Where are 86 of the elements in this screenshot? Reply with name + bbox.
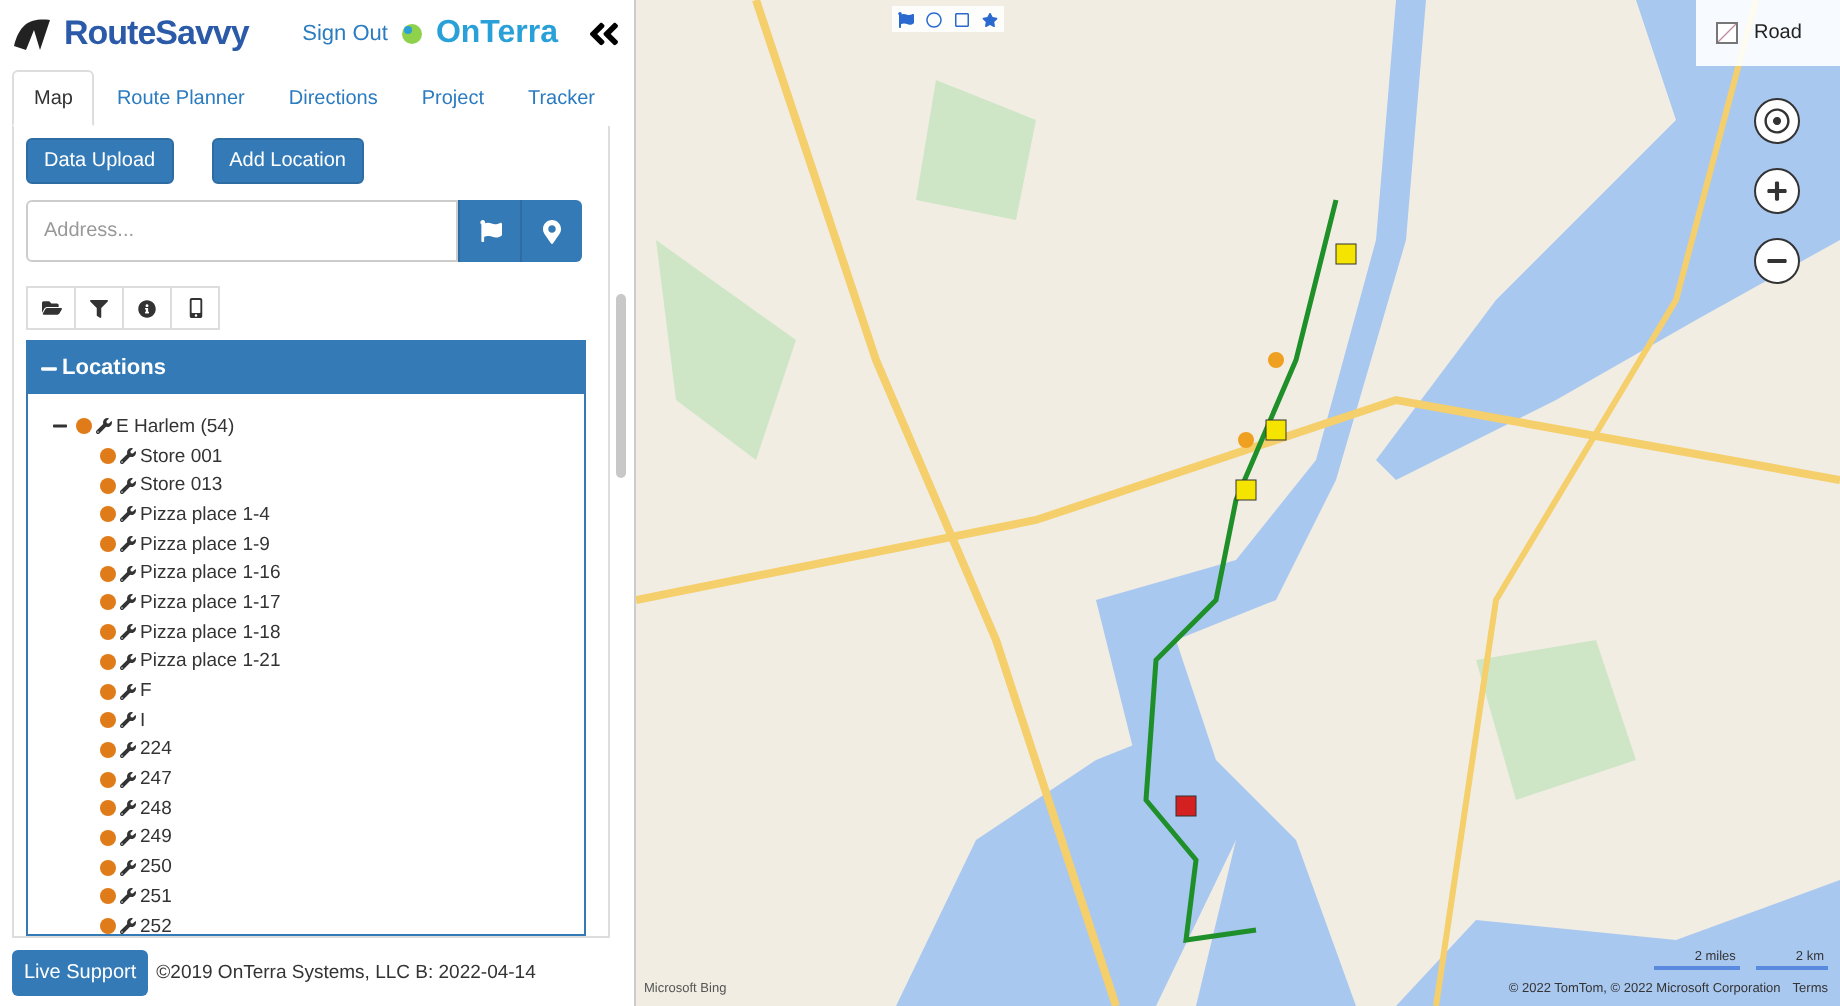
status-dot: [100, 477, 116, 494]
locate-icon: [1764, 108, 1790, 134]
location-item[interactable]: Pizza place 1-9: [140, 533, 270, 556]
brand-name: RouteSavvy: [64, 14, 249, 54]
info-button[interactable]: [122, 286, 172, 330]
wrench-icon: [120, 565, 136, 582]
location-item[interactable]: F: [140, 680, 152, 703]
status-dot: [100, 448, 116, 465]
flag-icon: [479, 220, 501, 242]
wrench-icon: [120, 741, 136, 758]
flag-button[interactable]: [458, 200, 520, 262]
wrench-icon: [120, 918, 136, 934]
logo-icon: [12, 14, 52, 54]
flag-tool[interactable]: [892, 6, 920, 32]
location-item[interactable]: I: [140, 709, 146, 732]
location-item[interactable]: 224: [140, 738, 172, 761]
status-dot: [100, 683, 116, 700]
scrollbar[interactable]: [616, 294, 626, 478]
folder-button[interactable]: [26, 286, 76, 330]
wrench-icon: [120, 448, 136, 465]
sign-out-link[interactable]: Sign Out: [302, 22, 388, 46]
wrench-icon: [120, 800, 136, 817]
panel-title: Locations: [62, 356, 166, 380]
filter-button[interactable]: [74, 286, 124, 330]
status-dot: [76, 418, 92, 435]
status-dot: [100, 624, 116, 641]
live-support-button[interactable]: Live Support: [12, 949, 149, 995]
map-pin-icon: [540, 219, 564, 243]
status-dot: [100, 859, 116, 876]
wrench-icon: [120, 506, 136, 523]
wrench-icon: [120, 829, 136, 846]
folder-icon: [41, 298, 61, 318]
location-item[interactable]: Store 013: [140, 474, 223, 497]
status-dot: [100, 653, 116, 670]
copyright-text: ©2019 OnTerra Systems, LLC B: 2022-04-14: [156, 961, 536, 983]
location-item[interactable]: Pizza place 1-18: [140, 621, 281, 644]
location-item[interactable]: Pizza place 1-21: [140, 650, 281, 673]
location-item[interactable]: 252: [140, 915, 172, 934]
wrench-icon: [120, 712, 136, 729]
location-item[interactable]: Store 001: [140, 445, 223, 468]
status-dot: [100, 800, 116, 817]
map-style-button[interactable]: Road: [1696, 0, 1840, 66]
phone-icon: [185, 298, 205, 318]
status-dot: [100, 536, 116, 553]
wrench-icon: [120, 653, 136, 670]
location-item[interactable]: E Harlem (54): [116, 415, 235, 438]
location-item[interactable]: 248: [140, 797, 172, 820]
filter-icon: [90, 299, 108, 317]
partner-logo: OnTerra: [435, 16, 558, 52]
mobile-button[interactable]: [170, 286, 220, 330]
wrench-icon: [96, 418, 112, 435]
status-dot: [100, 712, 116, 729]
add-location-button[interactable]: Add Location: [211, 138, 364, 184]
location-item[interactable]: 247: [140, 768, 172, 791]
tab[interactable]: Map: [12, 70, 95, 126]
globe-icon: [399, 20, 424, 48]
wrench-icon: [120, 624, 136, 641]
status-dot: [100, 565, 116, 582]
plus-icon: [1766, 180, 1788, 202]
wrench-icon: [120, 859, 136, 876]
info-icon: [138, 299, 156, 317]
map-pin-button[interactable]: [520, 200, 582, 262]
location-item[interactable]: Pizza place 1-16: [140, 562, 281, 585]
status-dot: [100, 918, 116, 934]
status-dot: [100, 771, 116, 788]
wrench-icon: [120, 683, 136, 700]
address-field[interactable]: Address...: [26, 200, 458, 262]
location-item[interactable]: 249: [140, 826, 172, 849]
star-icon: [982, 11, 998, 27]
status-dot: [100, 506, 116, 523]
wrench-icon: [120, 594, 136, 611]
status-dot: [100, 829, 116, 846]
status-dot: [100, 594, 116, 611]
wrench-icon: [120, 771, 136, 788]
location-item[interactable]: 251: [140, 885, 172, 908]
location-item[interactable]: Pizza place 1-4: [140, 503, 270, 526]
status-dot: [100, 888, 116, 905]
data-upload-button[interactable]: Data Upload: [26, 138, 174, 184]
circle-tool[interactable]: [920, 6, 948, 32]
wrench-icon: [120, 536, 136, 553]
flag-icon: [898, 11, 914, 27]
wrench-icon: [120, 888, 136, 905]
status-dot: [100, 741, 116, 758]
wrench-icon: [120, 477, 136, 494]
location-item[interactable]: Pizza place 1-17: [140, 591, 281, 614]
location-item[interactable]: 250: [140, 856, 172, 879]
